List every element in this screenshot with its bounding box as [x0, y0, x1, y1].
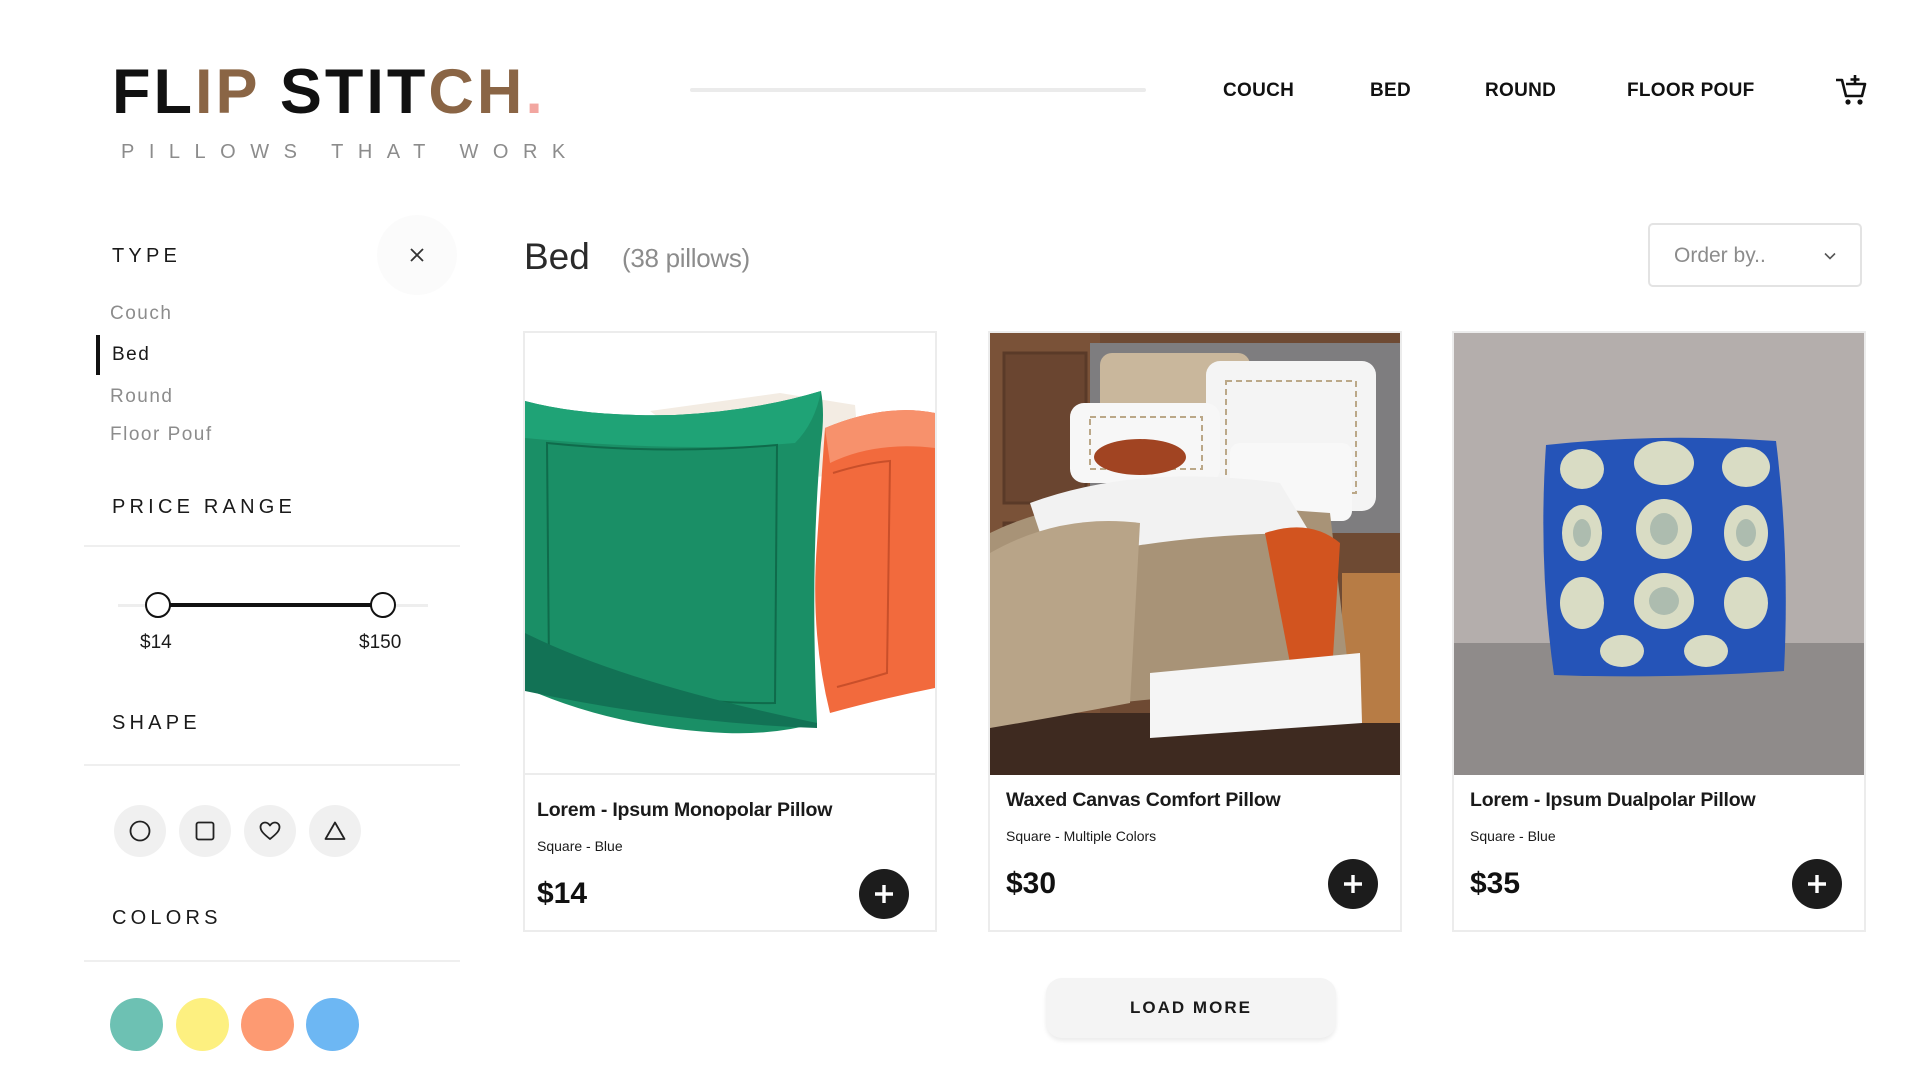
type-item-bed[interactable]: Bed: [112, 344, 150, 366]
triangle-icon: [324, 821, 346, 840]
plus-icon: [1344, 875, 1362, 893]
search-bar-line[interactable]: [690, 88, 1146, 92]
product-image-green-orange-pillows[interactable]: [525, 333, 935, 775]
nav-item-floor-pouf[interactable]: FLOOR POUF: [1627, 80, 1755, 102]
product-image-ikat-pillow[interactable]: [1454, 333, 1864, 775]
shape-triangle-button[interactable]: [309, 805, 361, 857]
brand-title: FLIP STITCH.: [112, 56, 546, 128]
price-range-heading: PRICE RANGE: [112, 496, 297, 518]
category-title: Bed: [524, 236, 590, 277]
price-range-fill: [158, 603, 384, 607]
product-name[interactable]: Waxed Canvas Comfort Pillow: [1006, 789, 1281, 812]
product-name[interactable]: Lorem - Ipsum Monopolar Pillow: [537, 799, 832, 822]
shape-heading: SHAPE: [112, 712, 201, 734]
product-price: $35: [1470, 867, 1521, 900]
close-icon: [410, 248, 424, 262]
brand-title-part: STIT: [279, 57, 429, 127]
product-meta: Square - Blue: [1470, 828, 1556, 844]
color-swatch-blue[interactable]: [306, 998, 359, 1051]
load-more-button[interactable]: LOAD MORE: [1046, 978, 1336, 1038]
divider: [84, 960, 460, 962]
add-to-cart-button[interactable]: [859, 869, 909, 919]
shape-circle-button[interactable]: [114, 805, 166, 857]
price-max-label: $150: [359, 632, 402, 653]
brand-title-part: IP: [194, 57, 280, 127]
chevron-down-icon: [1824, 252, 1836, 260]
divider: [84, 764, 460, 766]
price-min-handle[interactable]: [145, 592, 171, 618]
brand-logo[interactable]: FLIP STITCH. PILLOWS THAT WORK: [112, 56, 565, 163]
order-by-select[interactable]: Order by..: [1648, 223, 1862, 287]
plus-icon: [1808, 875, 1826, 893]
brand-title-part: CH: [428, 57, 526, 127]
color-swatch-orange[interactable]: [241, 998, 294, 1051]
brand-tagline: PILLOWS THAT WORK: [121, 141, 580, 163]
nav-item-bed[interactable]: BED: [1370, 80, 1411, 102]
add-to-cart-button[interactable]: [1792, 859, 1842, 909]
product-name[interactable]: Lorem - Ipsum Dualpolar Pillow: [1470, 789, 1756, 812]
color-swatch-yellow[interactable]: [176, 998, 229, 1051]
circle-icon: [129, 820, 151, 842]
nav-item-couch[interactable]: COUCH: [1223, 80, 1294, 102]
add-to-cart-button[interactable]: [1328, 859, 1378, 909]
heart-icon: [259, 821, 281, 840]
product-card[interactable]: Waxed Canvas Comfort Pillow Square - Mul…: [988, 331, 1402, 932]
shape-heart-button[interactable]: [244, 805, 296, 857]
order-by-placeholder: Order by..: [1674, 244, 1766, 267]
price-min-label: $14: [140, 632, 172, 653]
square-icon: [195, 821, 215, 841]
product-price: $30: [1006, 867, 1057, 900]
product-card[interactable]: Lorem - Ipsum Monopolar Pillow Square - …: [523, 331, 937, 932]
product-meta: Square - Blue: [537, 838, 623, 854]
shape-square-button[interactable]: [179, 805, 231, 857]
clear-type-button[interactable]: [377, 215, 457, 295]
divider: [84, 545, 460, 547]
price-max-handle[interactable]: [370, 592, 396, 618]
product-card[interactable]: Lorem - Ipsum Dualpolar Pillow Square - …: [1452, 331, 1866, 932]
type-item-couch[interactable]: Couch: [110, 303, 172, 325]
type-item-floor-pouf[interactable]: Floor Pouf: [110, 424, 213, 446]
product-meta: Square - Multiple Colors: [1006, 828, 1157, 844]
product-price: $14: [537, 877, 588, 910]
color-swatch-teal[interactable]: [110, 998, 163, 1051]
brand-title-part: FL: [112, 57, 195, 127]
colors-heading: COLORS: [112, 907, 222, 929]
category-count: (38 pillows): [622, 243, 750, 273]
active-indicator: [96, 335, 100, 375]
nav-item-round[interactable]: ROUND: [1485, 80, 1556, 102]
product-image-bed-scene[interactable]: [990, 333, 1400, 775]
type-item-round[interactable]: Round: [110, 386, 174, 408]
type-heading: TYPE: [112, 245, 182, 267]
plus-icon: [875, 885, 893, 903]
cart-add-icon[interactable]: [1834, 74, 1868, 108]
brand-title-dot: .: [525, 57, 546, 127]
